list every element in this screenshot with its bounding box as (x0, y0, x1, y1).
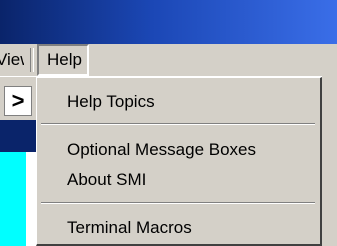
title-bar (0, 0, 337, 44)
menu-bar: View Help (0, 44, 337, 76)
menubar-divider (30, 48, 34, 72)
menu-item-optional-message-boxes[interactable]: Optional Message Boxes (67, 138, 256, 162)
menu-view[interactable]: View (0, 44, 24, 76)
menu-item-about-smi[interactable]: About SMI (67, 168, 146, 192)
menu-item-terminal-macros[interactable]: Terminal Macros (67, 216, 192, 240)
menu-item-help-topics[interactable]: Help Topics (67, 90, 155, 114)
help-dropdown-menu: Help Topics Optional Message Boxes About… (36, 77, 322, 246)
menu-help[interactable]: Help (37, 44, 89, 76)
menu-separator (41, 123, 315, 125)
background-content-highlight (0, 152, 26, 246)
background-toolbar-button[interactable]: > (4, 86, 32, 116)
background-right-edge (322, 76, 337, 246)
menu-separator (41, 202, 315, 204)
background-header-strip (0, 120, 36, 152)
